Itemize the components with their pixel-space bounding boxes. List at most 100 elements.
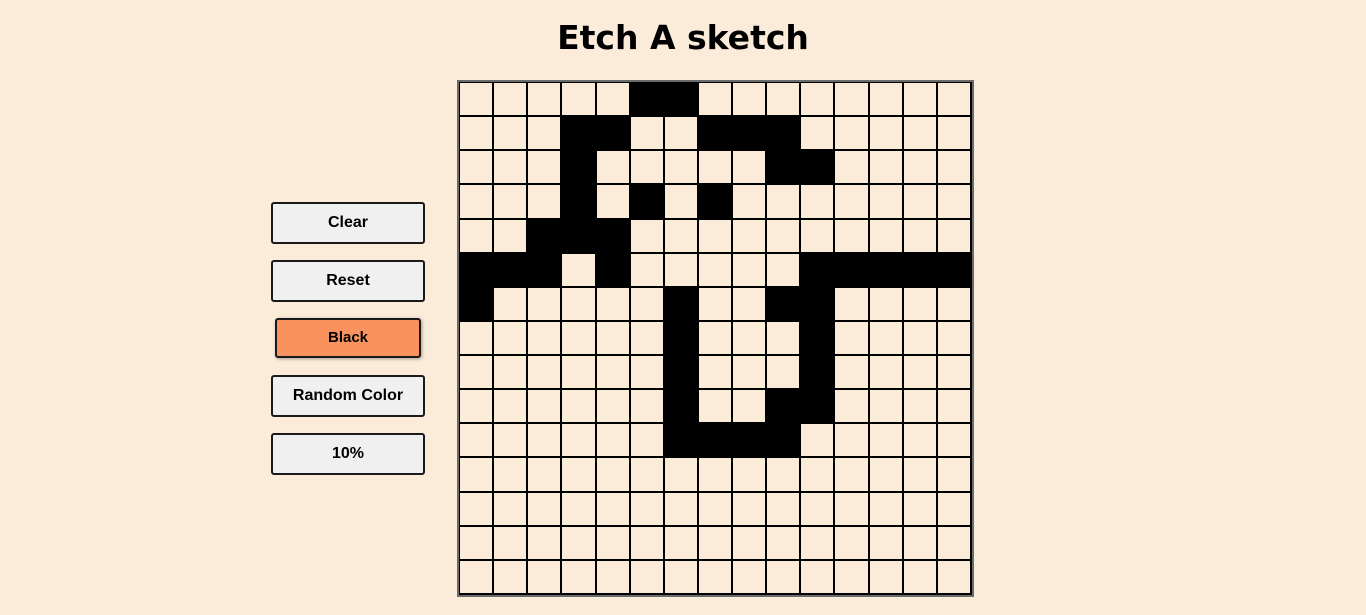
grid-cell[interactable]: [937, 526, 972, 561]
grid-cell[interactable]: [528, 219, 563, 254]
grid-cell[interactable]: [767, 356, 802, 391]
grid-cell[interactable]: [562, 253, 597, 288]
grid-cell[interactable]: [596, 219, 631, 254]
grid-cell[interactable]: [664, 117, 699, 152]
grid-cell[interactable]: [698, 117, 734, 152]
grid-cell[interactable]: [937, 83, 972, 118]
grid-cell[interactable]: [460, 492, 495, 527]
grid-cell[interactable]: [562, 151, 597, 186]
grid-cell[interactable]: [835, 287, 870, 322]
grid-cell[interactable]: [767, 560, 802, 595]
grid-cell[interactable]: [801, 526, 836, 561]
grid-cell[interactable]: [562, 526, 597, 561]
grid-cell[interactable]: [869, 321, 904, 357]
grid-cell[interactable]: [835, 219, 870, 254]
grid-cell[interactable]: [801, 390, 836, 425]
grid-cell[interactable]: [528, 458, 563, 493]
grid-cell[interactable]: [596, 526, 631, 561]
grid-cell[interactable]: [733, 526, 768, 561]
grid-cell[interactable]: [937, 424, 972, 459]
grid-cell[interactable]: [733, 492, 768, 527]
grid-cell[interactable]: [630, 356, 665, 391]
grid-cell[interactable]: [801, 321, 836, 357]
grid-cell[interactable]: [835, 321, 870, 357]
grid-cell[interactable]: [528, 253, 563, 288]
grid-cell[interactable]: [733, 560, 768, 595]
grid-cell[interactable]: [494, 83, 529, 118]
grid-cell[interactable]: [767, 526, 802, 561]
grid-cell[interactable]: [562, 560, 597, 595]
grid-cell[interactable]: [767, 83, 802, 118]
grid-cell[interactable]: [630, 287, 665, 322]
grid-cell[interactable]: [528, 390, 563, 425]
grid-cell[interactable]: [630, 321, 665, 357]
grid-cell[interactable]: [528, 321, 563, 357]
grid-cell[interactable]: [903, 356, 938, 391]
grid-cell[interactable]: [562, 219, 597, 254]
grid-cell[interactable]: [835, 253, 870, 288]
grid-cell[interactable]: [767, 151, 802, 186]
grid-cell[interactable]: [698, 253, 734, 288]
grid-cell[interactable]: [869, 117, 904, 152]
grid-cell[interactable]: [460, 83, 495, 118]
grid-cell[interactable]: [835, 526, 870, 561]
grid-cell[interactable]: [460, 185, 495, 220]
grid-cell[interactable]: [630, 219, 665, 254]
grid-cell[interactable]: [664, 287, 699, 322]
grid-cell[interactable]: [664, 560, 699, 595]
grid-cell[interactable]: [903, 117, 938, 152]
grid-cell[interactable]: [630, 151, 665, 186]
grid-cell[interactable]: [494, 390, 529, 425]
grid-cell[interactable]: [937, 185, 972, 220]
grid-cell[interactable]: [698, 83, 734, 118]
grid-cell[interactable]: [801, 185, 836, 220]
grid-cell[interactable]: [903, 219, 938, 254]
grid-cell[interactable]: [460, 458, 495, 493]
grid-cell[interactable]: [630, 390, 665, 425]
random-color-button[interactable]: Random Color: [271, 375, 425, 417]
grid-cell[interactable]: [494, 185, 529, 220]
reset-button[interactable]: Reset: [271, 260, 425, 302]
grid-cell[interactable]: [835, 492, 870, 527]
grid-cell[interactable]: [494, 219, 529, 254]
grid-cell[interactable]: [698, 356, 734, 391]
grid-cell[interactable]: [869, 492, 904, 527]
grid-cell[interactable]: [869, 83, 904, 118]
grid-cell[interactable]: [460, 390, 495, 425]
grid-cell[interactable]: [528, 117, 563, 152]
grid-cell[interactable]: [801, 356, 836, 391]
grid-cell[interactable]: [903, 287, 938, 322]
grid-cell[interactable]: [869, 560, 904, 595]
grid-cell[interactable]: [767, 117, 802, 152]
grid-cell[interactable]: [937, 560, 972, 595]
grid-cell[interactable]: [698, 151, 734, 186]
grid-cell[interactable]: [733, 458, 768, 493]
grid-cell[interactable]: [698, 390, 734, 425]
grid-cell[interactable]: [801, 151, 836, 186]
grid-cell[interactable]: [460, 424, 495, 459]
grid-cell[interactable]: [903, 526, 938, 561]
grid-cell[interactable]: [528, 560, 563, 595]
grid-cell[interactable]: [903, 185, 938, 220]
grid-cell[interactable]: [767, 458, 802, 493]
grid-cell[interactable]: [528, 185, 563, 220]
grid-cell[interactable]: [767, 185, 802, 220]
clear-button[interactable]: Clear: [271, 202, 425, 244]
grid-cell[interactable]: [835, 356, 870, 391]
grid-cell[interactable]: [801, 83, 836, 118]
grid-cell[interactable]: [562, 83, 597, 118]
grid-cell[interactable]: [903, 151, 938, 186]
grid-cell[interactable]: [767, 390, 802, 425]
grid-cell[interactable]: [494, 253, 529, 288]
grid-cell[interactable]: [528, 526, 563, 561]
grid-cell[interactable]: [460, 219, 495, 254]
grid-cell[interactable]: [664, 492, 699, 527]
grid-cell[interactable]: [733, 356, 768, 391]
grid-cell[interactable]: [664, 526, 699, 561]
grid-cell[interactable]: [562, 458, 597, 493]
grid-cell[interactable]: [494, 526, 529, 561]
grid-cell[interactable]: [903, 253, 938, 288]
black-button[interactable]: Black: [275, 318, 421, 358]
grid-cell[interactable]: [903, 424, 938, 459]
grid-cell[interactable]: [698, 458, 734, 493]
